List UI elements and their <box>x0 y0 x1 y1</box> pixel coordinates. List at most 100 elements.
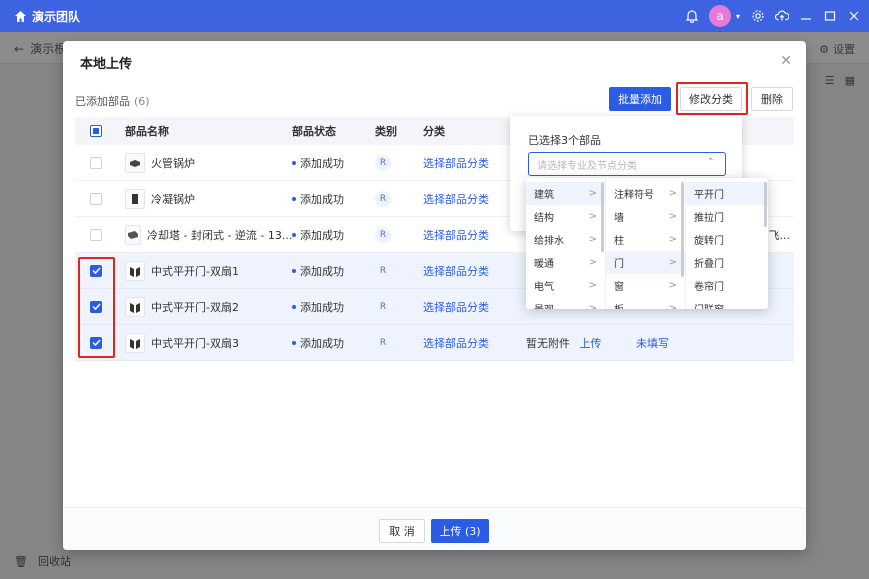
type-badge: R <box>379 301 387 312</box>
category-select[interactable]: 请选择专业及节点分类 ⌃ <box>528 152 726 176</box>
dropdown-caret-icon[interactable]: ▾ <box>735 9 741 23</box>
cascader-item[interactable]: 景观> <box>526 297 605 309</box>
cascader-item[interactable]: 结构 > <box>526 205 605 228</box>
part-status: 添加成功 <box>300 264 344 278</box>
type-badge: R <box>375 190 391 207</box>
chevron-up-icon: ⌃ <box>706 157 715 168</box>
part-thumbnail <box>125 152 145 173</box>
added-count: 已添加部品 (6) <box>75 93 150 109</box>
bell-icon[interactable] <box>685 9 699 23</box>
chevron-right-icon: > <box>588 188 597 199</box>
description-link[interactable]: 未填写 <box>636 335 769 351</box>
chevron-right-icon: > <box>588 234 597 245</box>
select-category-link[interactable]: 选择部品分类 <box>423 191 523 207</box>
upload-button[interactable]: 上传 (3) <box>431 519 489 543</box>
modal-title: 本地上传 <box>80 57 133 72</box>
cancel-button[interactable]: 取 消 <box>379 519 425 543</box>
cascader-item[interactable]: 建筑 > <box>526 182 605 205</box>
cascader-item[interactable]: 柱 > <box>606 228 685 251</box>
type-badge: R <box>379 337 387 348</box>
chevron-right-icon: > <box>668 303 677 309</box>
cascader-col-subtype: 平开门 推拉门 旋转门 折叠门 卷帘门 门联窗 <box>686 178 768 309</box>
type-badge: R <box>379 265 387 276</box>
door-thumbnail <box>125 296 145 317</box>
status-dot <box>292 232 296 237</box>
cascader-item[interactable]: 电气 > <box>526 274 605 297</box>
select-category-link[interactable]: 选择部品分类 <box>423 299 523 315</box>
chevron-right-icon: > <box>668 211 677 222</box>
cascader-item[interactable]: 折叠门 <box>686 251 768 274</box>
status-dot <box>292 304 296 309</box>
status-dot <box>292 196 296 201</box>
close-icon[interactable]: ✕ <box>780 53 792 69</box>
scrollbar[interactable] <box>681 182 684 277</box>
cascader-item[interactable]: 给排水 > <box>526 228 605 251</box>
cascader-item[interactable]: 旋转门 <box>686 228 768 251</box>
popover-title: 已选择3个部品 <box>528 134 601 147</box>
selected-checkboxes-highlight <box>78 257 115 358</box>
added-label: 已添加部品 <box>75 95 130 108</box>
cascader-item[interactable]: 板> <box>606 297 685 309</box>
table-row: 中式平开门-双扇3 添加成功 R 选择部品分类 暂无附件 上传 未填写 <box>75 325 794 361</box>
team-switcher[interactable]: 演示团队 <box>0 8 80 25</box>
local-upload-modal: 本地上传 ✕ 已添加部品 (6) 批量添加 修改分类 删除 部品名称 部品状态 类… <box>63 41 806 550</box>
chevron-right-icon: > <box>668 188 677 199</box>
close-window-icon[interactable] <box>847 9 861 23</box>
cloud-upload-icon[interactable] <box>775 9 789 23</box>
select-category-link[interactable]: 选择部品分类 <box>423 155 523 171</box>
part-name: 中式平开门-双扇1 <box>151 264 239 278</box>
row-checkbox[interactable] <box>90 192 102 205</box>
category-placeholder: 请选择专业及节点分类 <box>537 160 637 172</box>
part-name: 中式平开门-双扇2 <box>151 300 239 314</box>
row-checkbox[interactable] <box>90 156 102 169</box>
cascader-item[interactable]: 注释符号 > <box>606 182 685 205</box>
part-status: 添加成功 <box>300 336 344 350</box>
minimize-icon[interactable] <box>799 9 813 23</box>
cascader-item[interactable]: 窗 > <box>606 274 685 297</box>
chevron-right-icon: > <box>588 257 597 268</box>
type-badge: R <box>375 226 391 243</box>
header-status: 部品状态 <box>292 125 336 138</box>
cascader-item[interactable]: 门联窗 <box>686 297 768 309</box>
upload-attachment-link[interactable]: 上传 <box>580 337 602 350</box>
status-dot <box>292 268 296 273</box>
part-thumbnail <box>125 224 141 245</box>
cascader-item[interactable]: 推拉门 <box>686 205 768 228</box>
select-category-link[interactable]: 选择部品分类 <box>423 263 523 279</box>
gear-icon[interactable] <box>751 9 765 23</box>
chevron-right-icon: > <box>668 234 677 245</box>
select-category-link[interactable]: 选择部品分类 <box>423 227 523 243</box>
header-name: 部品名称 <box>125 125 169 138</box>
cascader-item[interactable]: 暖通 > <box>526 251 605 274</box>
cascader-col-discipline: 建筑> 结构> 给排水> 暖通> 电气> 景观> <box>526 178 606 309</box>
modify-category-highlight <box>676 82 748 115</box>
row-checkbox[interactable] <box>90 228 102 241</box>
status-dot <box>292 160 296 165</box>
no-attachment-text: 暂无附件 <box>526 336 570 350</box>
cascader-item[interactable]: 门 > <box>606 251 685 274</box>
cascader-col-element: 注释符号> 墙> 柱> 门> 窗> 板> <box>606 178 686 309</box>
cascader-item[interactable]: 卷帘门 <box>686 274 768 297</box>
cascader-item[interactable]: 平开门 <box>686 182 768 205</box>
scrollbar[interactable] <box>764 182 767 227</box>
door-thumbnail <box>125 260 145 281</box>
chevron-right-icon: > <box>668 280 677 291</box>
part-thumbnail <box>125 188 145 209</box>
batch-add-button[interactable]: 批量添加 <box>609 87 671 111</box>
team-name: 演示团队 <box>32 9 81 24</box>
door-thumbnail <box>125 332 145 353</box>
part-status: 添加成功 <box>300 192 344 206</box>
cascader-item[interactable]: 墙 > <box>606 205 685 228</box>
modal-footer: 取 消 上传 (3) <box>63 507 806 550</box>
part-name: 火管锅炉 <box>151 156 195 170</box>
scrollbar[interactable] <box>601 182 604 252</box>
avatar[interactable]: a <box>709 5 731 27</box>
delete-button[interactable]: 删除 <box>751 87 793 111</box>
maximize-icon[interactable] <box>823 9 837 23</box>
chevron-right-icon: > <box>668 257 677 268</box>
part-name: 中式平开门-双扇3 <box>151 336 239 350</box>
type-badge: R <box>375 154 391 171</box>
select-category-link[interactable]: 选择部品分类 <box>423 335 523 351</box>
category-cascader: 建筑> 结构> 给排水> 暖通> 电气> 景观> 注释符号> 墙> 柱> 门> … <box>526 178 768 309</box>
select-all-checkbox[interactable] <box>90 125 102 137</box>
